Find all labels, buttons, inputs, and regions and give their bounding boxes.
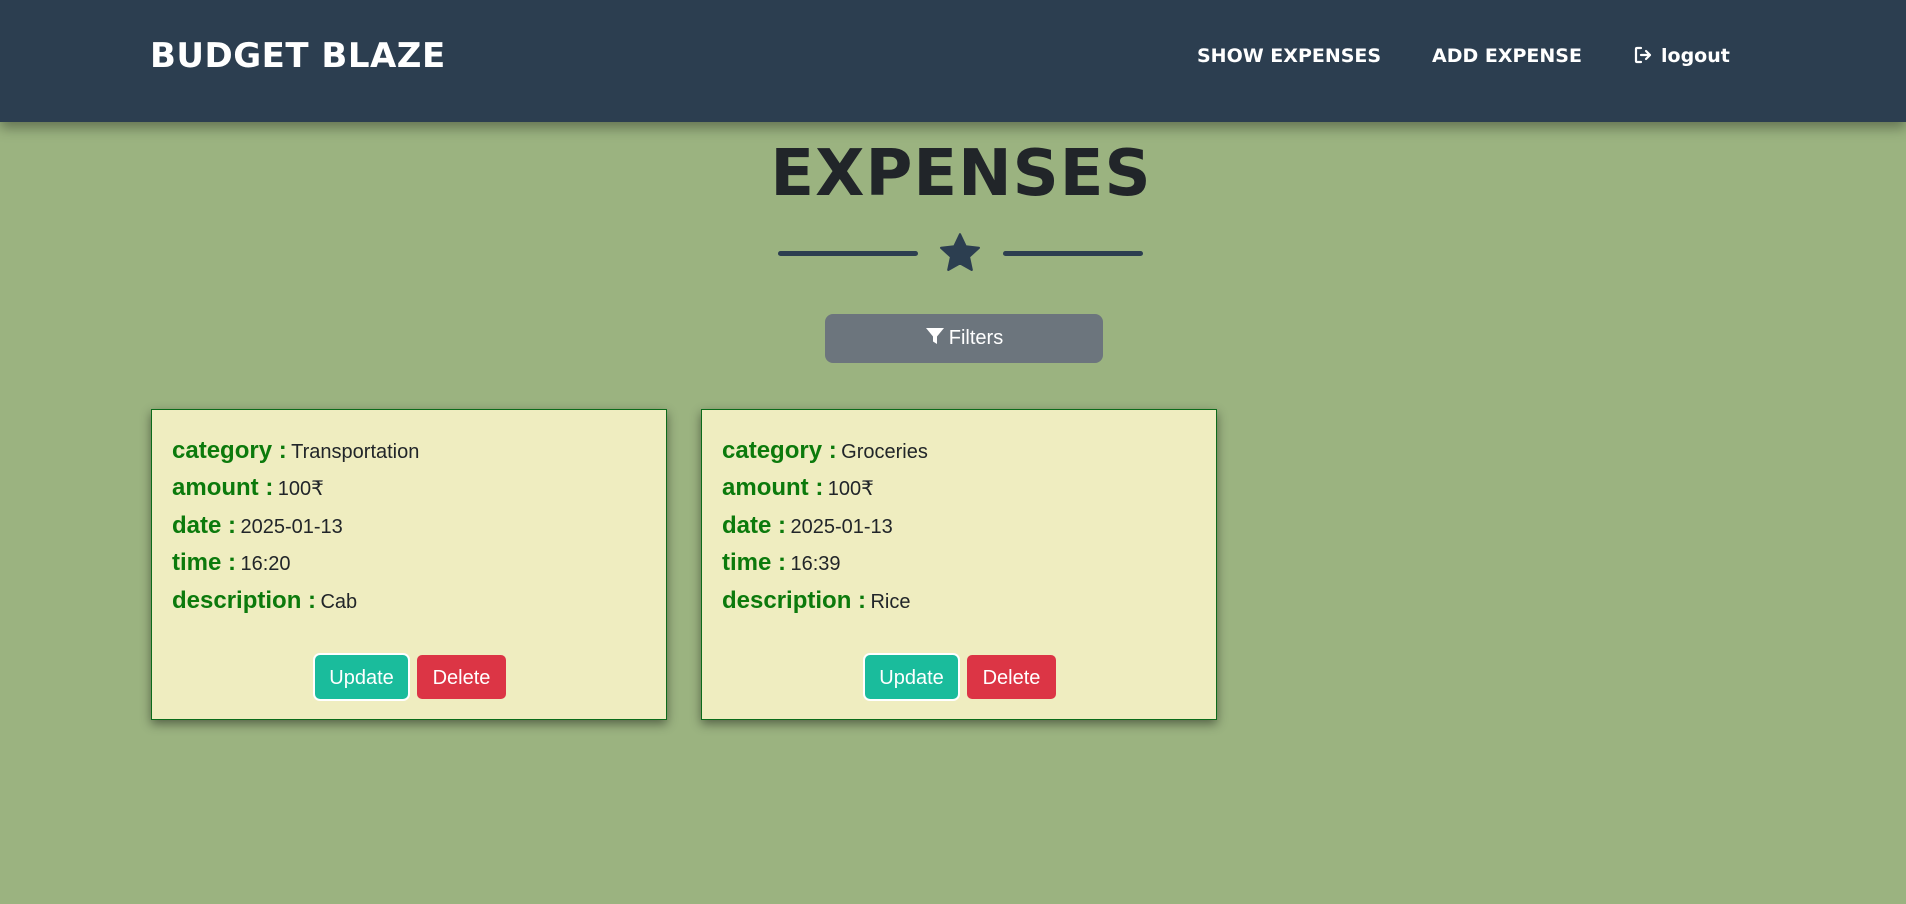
date-field: date : 2025-01-13 (722, 511, 893, 541)
amount-field: amount : 100₹ (172, 473, 324, 503)
amount-label: amount : (172, 474, 274, 501)
filter-icon (925, 328, 944, 344)
star-icon (940, 233, 980, 271)
category-field: category : Transportation (172, 436, 419, 466)
divider-line-left (778, 251, 918, 256)
amount-value: 100₹ (827, 478, 874, 500)
time-field: time : 16:20 (172, 548, 291, 578)
update-button[interactable]: Update (863, 653, 960, 701)
expense-card: category : Groceries amount : 100₹ date … (701, 409, 1217, 720)
navbar: BUDGET BLAZE SHOW EXPENSES ADD EXPENSE l… (0, 0, 1906, 122)
time-value: 16:20 (240, 553, 291, 575)
description-label: description : (172, 587, 317, 614)
description-field: description : Cab (172, 586, 357, 616)
date-value: 2025-01-13 (240, 516, 343, 538)
description-value: Cab (320, 591, 358, 613)
time-value: 16:39 (790, 553, 841, 575)
logout-icon (1634, 46, 1652, 64)
date-label: date : (172, 512, 237, 539)
category-label: category : (172, 437, 287, 464)
category-value: Groceries (841, 441, 928, 463)
logout-label: logout (1661, 45, 1730, 67)
page-title: EXPENSES (770, 137, 1152, 211)
date-value: 2025-01-13 (790, 516, 893, 538)
update-button[interactable]: Update (313, 653, 410, 701)
category-value: Transportation (291, 441, 420, 463)
time-label: time : (172, 549, 237, 576)
filters-label: Filters (948, 327, 1004, 349)
nav-show-expenses[interactable]: SHOW EXPENSES (1197, 42, 1381, 70)
time-field: time : 16:39 (722, 548, 841, 578)
description-field: description : Rice (722, 586, 910, 616)
nav-add-expense[interactable]: ADD EXPENSE (1432, 42, 1582, 70)
delete-button[interactable]: Delete (415, 653, 508, 701)
time-label: time : (722, 549, 787, 576)
category-label: category : (722, 437, 837, 464)
delete-button[interactable]: Delete (965, 653, 1058, 701)
nav-logout[interactable]: logout (1633, 42, 1730, 70)
description-label: description : (722, 587, 867, 614)
brand-logo[interactable]: BUDGET BLAZE (150, 34, 446, 78)
description-value: Rice (870, 591, 911, 613)
filters-button[interactable]: Filters (825, 314, 1103, 363)
expense-card: category : Transportation amount : 100₹ … (151, 409, 667, 720)
amount-label: amount : (722, 474, 824, 501)
amount-value: 100₹ (277, 478, 324, 500)
divider-line-right (1003, 251, 1143, 256)
date-label: date : (722, 512, 787, 539)
category-field: category : Groceries (722, 436, 928, 466)
date-field: date : 2025-01-13 (172, 511, 343, 541)
amount-field: amount : 100₹ (722, 473, 874, 503)
